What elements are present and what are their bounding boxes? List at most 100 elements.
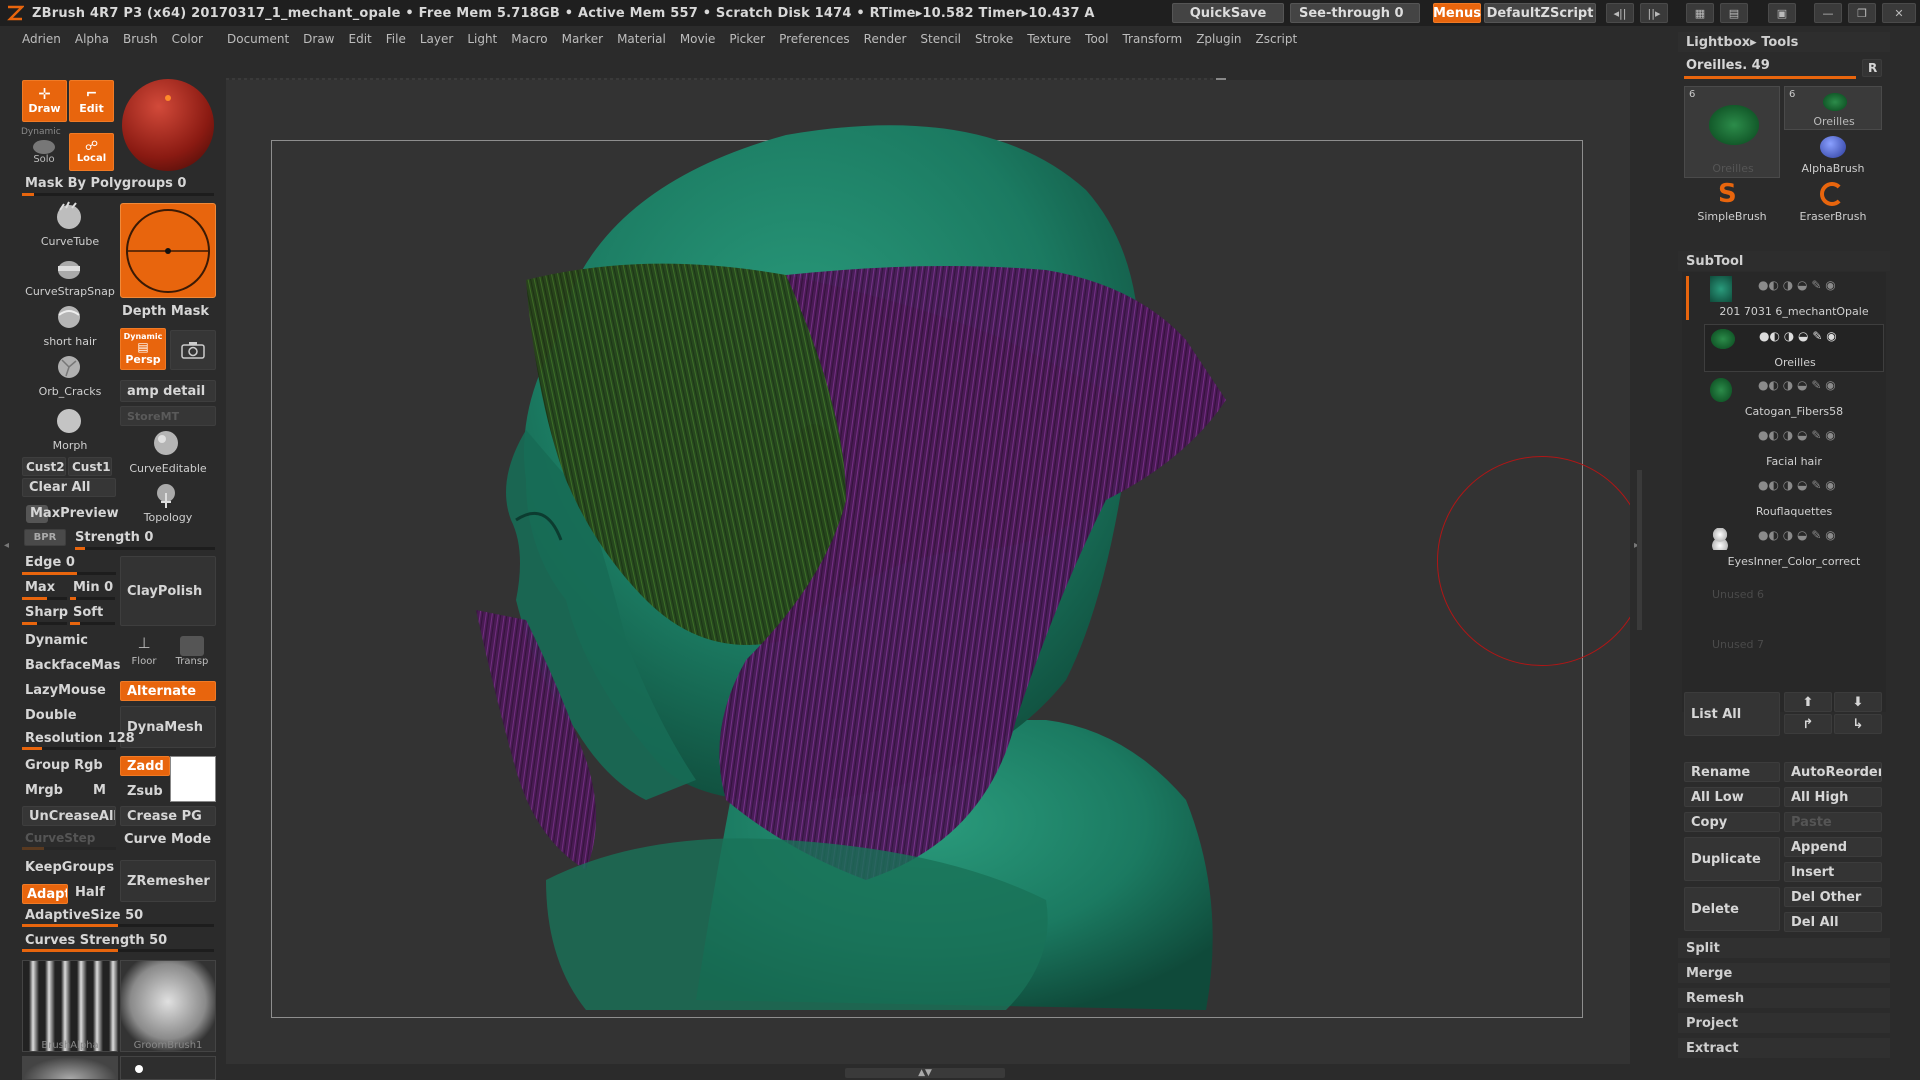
menu-zscript[interactable]: Zscript [1256,32,1298,46]
menu-transform[interactable]: Transform [1122,32,1182,46]
subtool-row-3[interactable]: ●◐ ◑ ◒ ✎ ◉ Facial hair [1704,424,1884,472]
current-tool-slider[interactable]: Oreilles. 49 [1686,58,1770,73]
draw-button[interactable]: ✛ Draw [22,80,67,122]
alphabrush-tool[interactable]: AlphaBrush [1784,132,1882,178]
mask-by-polygroups-track[interactable] [22,193,214,196]
menu-picker[interactable]: Picker [729,32,765,46]
main-color-swatch[interactable] [170,756,216,802]
delete-button[interactable]: Delete [1684,887,1780,931]
lazymouse-toggle[interactable]: LazyMouse [25,683,106,698]
all-low-button[interactable]: All Low [1684,787,1780,807]
menu-movie[interactable]: Movie [680,32,716,46]
clear-all-button[interactable]: Clear All [22,478,116,497]
menu-tool[interactable]: Tool [1085,32,1108,46]
remesh-section[interactable]: Remesh [1678,988,1890,1008]
minimize-icon[interactable]: — [1814,3,1842,23]
zsub-button[interactable]: Zsub [120,781,170,801]
stroke-preview-button[interactable] [120,203,216,298]
solo-button[interactable]: Solo [22,136,66,172]
alternate-button[interactable]: Alternate [120,681,216,701]
simplebrush-tool[interactable]: S SimpleBrush [1684,180,1780,226]
soft-track[interactable] [70,622,115,625]
curvestrapsnap-brush-icon[interactable] [49,252,89,286]
menu-color[interactable]: Color [172,32,203,46]
menu-material[interactable]: Material [617,32,666,46]
adaptivesize-slider[interactable]: AdaptiveSize 50 [25,908,143,923]
menu-light[interactable]: Light [467,32,497,46]
strength-slider[interactable]: Strength 0 [75,530,153,545]
max-track[interactable] [22,597,67,600]
subtool-row-2[interactable]: ●◐ ◑ ◒ ✎ ◉ Catogan_Fibers58 [1704,374,1884,422]
quicksave-button[interactable]: QuickSave [1172,3,1284,23]
menu-macro[interactable]: Macro [511,32,547,46]
maxpreview-button[interactable]: MaxPreview [22,503,119,525]
cust2-button[interactable]: Cust2 [22,457,66,476]
menu-file[interactable]: File [386,32,406,46]
curve-mode-toggle[interactable]: Curve Mode [124,832,211,847]
camera-icon[interactable] [170,330,216,370]
persp-button[interactable]: Dynamic ▤ Persp [120,328,166,370]
claypolish-button[interactable]: ClayPolish [120,556,216,626]
default-zscript-button[interactable]: DefaultZScript [1484,3,1596,23]
curves-strength-slider[interactable]: Curves Strength 50 [25,933,167,948]
menu-adrien[interactable]: Adrien [22,32,61,46]
merge-section[interactable]: Merge [1678,963,1890,983]
menu-texture[interactable]: Texture [1027,32,1071,46]
move-top-arrow-icon[interactable]: ↱ [1784,714,1832,734]
layout-2-icon[interactable]: ▤ [1720,3,1748,23]
see-through-slider[interactable]: See-through 0 [1290,3,1420,23]
depth-mask-button[interactable]: Depth Mask [122,304,209,319]
resolution-slider[interactable]: Resolution 128 [25,731,135,746]
rename-button[interactable]: Rename [1684,762,1780,782]
menu-stroke[interactable]: Stroke [975,32,1013,46]
backfacemask-toggle[interactable]: BackfaceMas [25,658,120,673]
move-bottom-arrow-icon[interactable]: ↳ [1834,714,1882,734]
left-dock-arrow-icon[interactable]: ◂ [4,540,9,551]
double-toggle[interactable]: Double [25,708,77,723]
project-section[interactable]: Project [1678,1013,1890,1033]
mrgb-toggle[interactable]: Mrgb [25,783,63,798]
curvetube-brush-icon[interactable] [49,200,89,234]
duplicate-button[interactable]: Duplicate [1684,837,1780,881]
menu-document[interactable]: Document [227,32,289,46]
cust1-button[interactable]: Cust1 [68,457,112,476]
sharp-slider[interactable]: Sharp [25,605,68,620]
sharp-track[interactable] [22,622,67,625]
transp-button[interactable]: Transp [170,630,214,672]
all-high-button[interactable]: All High [1784,787,1882,807]
menu-marker[interactable]: Marker [562,32,603,46]
edge-track[interactable] [22,572,116,575]
subtool-3-toggles-icon[interactable]: ●◐ ◑ ◒ ✎ ◉ [1758,428,1836,442]
shelf-left-icon[interactable]: ◂|| [1606,3,1634,23]
split-section[interactable]: Split [1678,938,1890,958]
right-scrollbar[interactable] [1637,470,1642,630]
lock-icon[interactable]: ▣ [1768,3,1796,23]
layout-1-icon[interactable]: ▦ [1686,3,1714,23]
menu-edit[interactable]: Edit [349,32,372,46]
menu-stencil[interactable]: Stencil [920,32,961,46]
m-toggle[interactable]: M [93,783,106,798]
maximize-icon[interactable]: ❐ [1848,3,1876,23]
keepgroups-toggle[interactable]: KeepGroups [25,860,114,875]
brush-alpha-thumbnail[interactable] [22,960,118,1052]
move-down-arrow-icon[interactable]: ⬇ [1834,692,1882,712]
menu-render[interactable]: Render [864,32,907,46]
menu-draw[interactable]: Draw [303,32,334,46]
group-rgb-toggle[interactable]: Group Rgb [25,758,103,773]
adapt-button[interactable]: Adapt [22,884,68,904]
floor-button[interactable]: ⊥ Floor [122,630,166,672]
eraserbrush-tool[interactable]: EraserBrush [1784,180,1882,226]
max-slider[interactable]: Max [25,580,55,595]
close-icon[interactable]: ✕ [1882,3,1916,23]
subtool-header[interactable]: SubTool [1678,251,1890,271]
crease-pg-button[interactable]: Crease PG [120,806,216,826]
bpr-button[interactable]: BPR [24,529,66,546]
subtool-row-1[interactable]: ●◐ ◑ ◒ ✎ ◉ Oreilles [1704,324,1884,372]
current-tool-track[interactable] [1684,76,1856,79]
lightbox-tools-header[interactable]: Lightbox▸ Tools [1678,32,1890,52]
half-toggle[interactable]: Half [75,885,105,900]
subtool-4-toggles-icon[interactable]: ●◐ ◑ ◒ ✎ ◉ [1758,478,1836,492]
orb-cracks-brush-icon[interactable] [49,350,89,384]
extract-section[interactable]: Extract [1678,1038,1890,1058]
edge-slider[interactable]: Edge 0 [25,555,75,570]
